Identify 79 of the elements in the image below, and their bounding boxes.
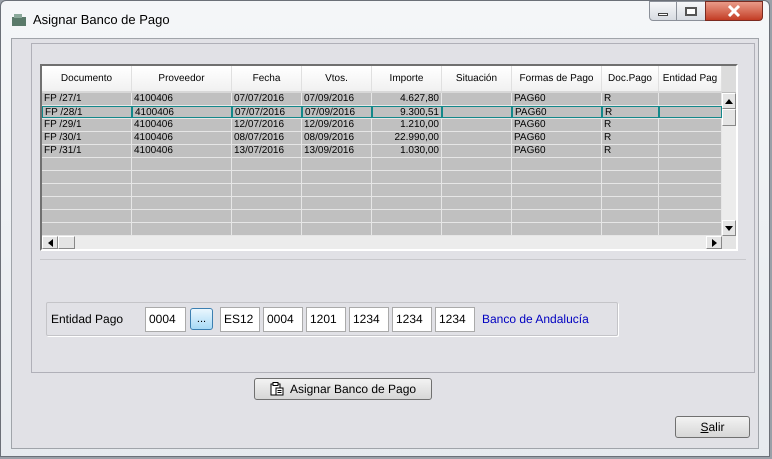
column-header[interactable]: Doc.Pago [602, 66, 659, 91]
table-cell: 4100406 [132, 93, 232, 105]
close-icon [727, 5, 741, 17]
table-cell: 1.210,00 [372, 119, 442, 131]
table-row[interactable]: FP /28/1 4100406 07/07/2016 07/09/2016 9.300,51 PAG60 R [42, 106, 722, 119]
table-cell: 07/09/2016 [302, 106, 372, 118]
table-cell: 07/07/2016 [232, 93, 302, 105]
scroll-thumb[interactable] [58, 236, 75, 249]
table-cell: 4100406 [132, 132, 232, 144]
window-app-icon [11, 12, 27, 26]
iban-field[interactable]: 1234 [349, 306, 389, 332]
down-arrow-icon [725, 226, 733, 230]
table-cell: PAG60 [512, 145, 602, 157]
table-cell: 9.300,51 [372, 106, 442, 118]
horizontal-scrollbar[interactable] [42, 236, 722, 249]
left-arrow-icon [48, 238, 52, 246]
table-row[interactable]: FP /29/1 4100406 12/07/2016 12/09/2016 1.210,00 PAG60 R [42, 119, 722, 132]
table-cell: R [602, 93, 659, 105]
table-cell: 13/07/2016 [232, 145, 302, 157]
iban-field[interactable]: 1234 [435, 306, 475, 332]
table-cell: FP /31/1 [42, 145, 132, 157]
scroll-down-button[interactable] [722, 220, 736, 236]
up-arrow-icon [725, 98, 733, 104]
column-header[interactable]: Documento [42, 66, 132, 91]
table-cell: 07/09/2016 [302, 93, 372, 105]
table-row[interactable]: FP /27/1 4100406 07/07/2016 07/09/2016 4.627,80 PAG60 R [42, 93, 722, 106]
exit-button[interactable]: Salir [675, 416, 750, 438]
table-cell: FP /27/1 [42, 93, 132, 105]
table-cell: PAG60 [512, 119, 602, 131]
right-arrow-icon [712, 238, 716, 246]
close-button[interactable] [705, 1, 763, 21]
table-cell: 12/09/2016 [302, 119, 372, 131]
vertical-scrollbar[interactable] [722, 66, 736, 236]
column-header[interactable]: Vtos. [302, 66, 372, 91]
bank-name: Banco de Andalucía [482, 311, 589, 328]
table-cell: 07/07/2016 [232, 106, 302, 118]
table-cell: R [602, 145, 659, 157]
table-cell: 12/07/2016 [232, 119, 302, 131]
assign-bank-button[interactable]: Asignar Banco de Pago [254, 378, 432, 400]
iban-field[interactable]: 1201 [306, 306, 346, 332]
table-cell: 08/09/2016 [302, 132, 372, 144]
table-cell: R [602, 119, 659, 131]
table-cell: 08/07/2016 [232, 132, 302, 144]
table-cell: 4.627,80 [372, 93, 442, 105]
table-cell: PAG60 [512, 93, 602, 105]
input-field[interactable]: 0004 [145, 306, 186, 332]
table-cell: 1.030,00 [372, 145, 442, 157]
table-cell: PAG60 [512, 106, 602, 118]
table-cell: R [602, 132, 659, 144]
column-header[interactable]: Situación [442, 66, 512, 91]
table-cell: 4100406 [132, 145, 232, 157]
scroll-up-button[interactable] [722, 93, 736, 109]
scroll-left-button[interactable] [42, 236, 58, 249]
table-cell: FP /29/1 [42, 119, 132, 131]
column-header[interactable]: Importe [372, 66, 442, 91]
browse-button[interactable]: ... [190, 308, 213, 330]
column-header[interactable]: Fecha [232, 66, 302, 91]
table-cell: 22.990,00 [372, 132, 442, 144]
field-label: Entidad Pago [51, 311, 124, 328]
table-row[interactable]: FP /30/1 4100406 08/07/2016 08/09/2016 22.990,00 PAG60 R [42, 132, 722, 145]
table-cell: FP /28/1 [42, 106, 132, 118]
minimize-button[interactable] [649, 1, 677, 21]
table-cell: 4100406 [132, 106, 232, 118]
scroll-right-button[interactable] [706, 236, 722, 249]
table-cell: FP /30/1 [42, 132, 132, 144]
window-title: Asignar Banco de Pago [33, 10, 170, 29]
iban-field[interactable]: 0004 [263, 306, 303, 332]
column-header[interactable]: Proveedor [132, 66, 232, 91]
iban-field[interactable]: 1234 [392, 306, 432, 332]
table-cell: 13/09/2016 [302, 145, 372, 157]
clipboard-icon [270, 382, 284, 396]
scroll-thumb[interactable] [722, 109, 736, 126]
column-header[interactable]: Formas de Pago [512, 66, 602, 91]
maximize-button[interactable] [677, 1, 705, 21]
table-row[interactable]: FP /31/1 4100406 13/07/2016 13/09/2016 1.030,00 PAG60 R [42, 145, 722, 158]
iban-field[interactable]: ES12 [220, 306, 260, 332]
table-cell: PAG60 [512, 132, 602, 144]
table-cell: 4100406 [132, 119, 232, 131]
table-cell: R [602, 106, 659, 118]
